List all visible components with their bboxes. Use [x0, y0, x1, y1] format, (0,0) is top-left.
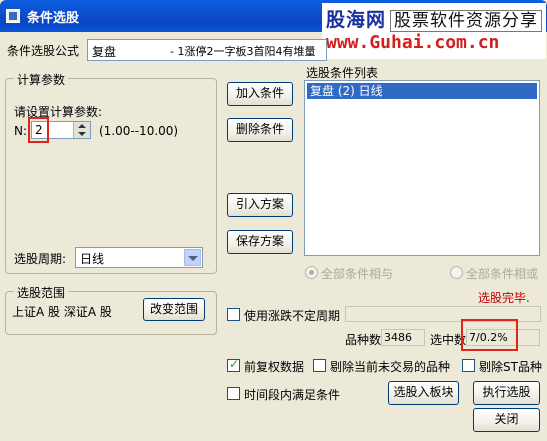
save-scheme-button[interactable]: 保存方案 — [227, 230, 293, 254]
in-period-checkbox[interactable] — [227, 387, 240, 400]
spin-down-icon[interactable] — [78, 132, 86, 136]
watermark-brand-text: 股海网 — [326, 9, 387, 31]
change-range-button[interactable]: 改变范围 — [143, 298, 205, 321]
in-period-label: 时间段内满足条件 — [244, 388, 341, 402]
period-value: 日线 — [80, 252, 105, 266]
variable-period-checkbox[interactable] — [227, 308, 240, 321]
or-radio[interactable] — [450, 266, 463, 279]
execute-button[interactable]: 执行选股 — [473, 381, 540, 405]
pre-adjust-label: 前复权数据 — [244, 360, 305, 374]
watermark-tagline: 股票软件资源分享 — [390, 10, 543, 32]
period-label: 选股周期: — [14, 252, 67, 266]
exclude-st-checkbox[interactable] — [462, 359, 475, 372]
count-value: 3486 — [384, 331, 412, 344]
exclude-st-label: 剔除ST品种 — [479, 360, 542, 374]
pre-adjust-checkbox[interactable] — [227, 357, 240, 372]
app-icon — [6, 9, 20, 23]
period-dropdown-icon[interactable] — [184, 249, 201, 266]
selected-highlight-box — [461, 319, 518, 351]
variable-period-label: 使用涨跌不定周期 — [244, 309, 341, 323]
watermark-brand: 股海网 股票软件资源分享 — [326, 5, 543, 32]
n-spinner[interactable] — [73, 122, 90, 138]
count-field: 3486 — [381, 329, 425, 346]
watermark-url: www.Guhai.com.cn — [326, 32, 500, 53]
import-scheme-button[interactable]: 引入方案 — [227, 193, 293, 217]
status-text: 选股完毕. — [478, 291, 530, 305]
n-label: N: — [14, 124, 28, 138]
and-radio[interactable] — [305, 266, 318, 279]
exclude-untraded-checkbox[interactable] — [313, 359, 326, 372]
window-title: 条件选股 — [27, 11, 80, 26]
or-label: 全部条件相或 — [466, 267, 539, 281]
remove-condition-button[interactable]: 删除条件 — [227, 118, 293, 142]
save-to-block-button[interactable]: 选股入板块 — [388, 381, 459, 405]
close-button[interactable]: 关闭 — [473, 408, 540, 432]
spin-up-icon[interactable] — [78, 124, 86, 128]
add-condition-button[interactable]: 加入条件 — [227, 82, 293, 106]
count-label: 品种数 — [345, 333, 382, 347]
formula-desc: - 1涨停2一字板3首阳4有堆量 — [170, 45, 316, 58]
scope-group-title: 选股范围 — [14, 284, 69, 301]
n-highlight-box — [28, 117, 49, 143]
condition-list-item[interactable]: 复盘 (2) 日线 — [307, 83, 537, 99]
formula-name: 复盘 — [92, 45, 117, 59]
condition-list[interactable]: 复盘 (2) 日线 — [304, 80, 540, 256]
formula-label: 条件选股公式 — [7, 44, 80, 58]
exclude-untraded-label: 剔除当前未交易的品种 — [330, 360, 451, 374]
period-select[interactable]: 日线 — [75, 247, 203, 268]
condition-list-title: 选股条件列表 — [306, 66, 379, 80]
n-range: (1.00--10.00) — [99, 124, 179, 138]
scope-value: 上证A 股 深证A 股 — [12, 305, 112, 319]
params-group-title: 计算参数 — [14, 71, 69, 88]
formula-select[interactable]: 复盘 - 1涨停2一字板3首阳4有堆量 — [87, 39, 327, 61]
and-label: 全部条件相与 — [321, 267, 394, 281]
